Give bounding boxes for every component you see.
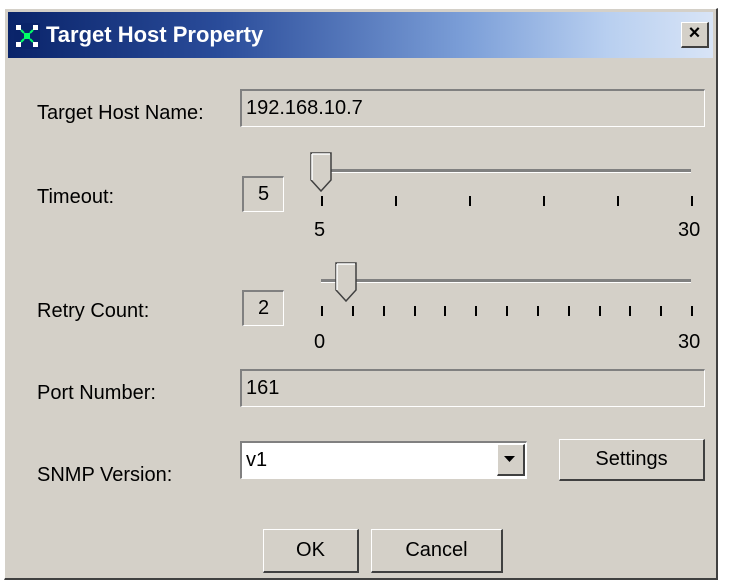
timeout-label: Timeout: [37,186,115,208]
retry-count-slider[interactable]: 0 30 [305,254,705,364]
timeout-min: 5 [314,219,326,241]
host-name-label: Target Host Name: [37,102,204,124]
timeout-slider[interactable]: 5 30 [305,144,705,254]
close-icon: × [688,22,701,44]
settings-button[interactable]: Settings [559,439,705,481]
slider-ticks [321,306,693,316]
slider-tick [383,306,385,316]
chevron-down-icon [504,456,515,462]
slider-ticks [321,196,693,206]
slider-tick [537,306,539,316]
slider-tick [617,196,619,206]
slider-thumb[interactable] [335,262,357,302]
slider-tick [469,196,471,206]
slider-tick [395,196,397,206]
timeout-value: 5 [242,176,284,212]
retry-count-min: 0 [314,331,326,353]
slider-thumb[interactable] [310,152,332,192]
timeout-max: 30 [678,219,701,241]
snmp-version-label: SNMP Version: [37,464,173,486]
slider-tick [506,306,508,316]
target-host-property-dialog: Target Host Property × Target Host Name:… [4,8,718,580]
slider-tick [691,306,693,316]
retry-count-max: 30 [678,331,701,353]
retry-count-label: Retry Count: [37,300,150,322]
slider-tick [321,306,323,316]
slider-tick [629,306,631,316]
port-number-field[interactable]: 161 [240,369,705,407]
window-title: Target Host Property [46,22,264,47]
snmp-version-value: v1 [246,449,268,471]
close-button[interactable]: × [681,22,709,48]
slider-tick [543,196,545,206]
retry-count-value: 2 [242,290,284,326]
slider-tick [599,306,601,316]
host-name-field[interactable]: 192.168.10.7 [240,89,705,127]
slider-tick [321,196,323,206]
network-icon [14,23,40,49]
ok-button[interactable]: OK [263,529,359,573]
slider-tick [444,306,446,316]
snmp-version-select[interactable]: v1 [240,441,527,479]
slider-tick [475,306,477,316]
port-number-label: Port Number: [37,382,156,404]
slider-track [321,279,691,283]
slider-tick [352,306,354,316]
slider-tick [660,306,662,316]
slider-tick [691,196,693,206]
dropdown-button[interactable] [497,444,525,476]
cancel-button[interactable]: Cancel [371,529,503,573]
slider-tick [414,306,416,316]
slider-track [321,169,691,173]
title-bar[interactable]: Target Host Property × [8,12,713,58]
slider-tick [568,306,570,316]
